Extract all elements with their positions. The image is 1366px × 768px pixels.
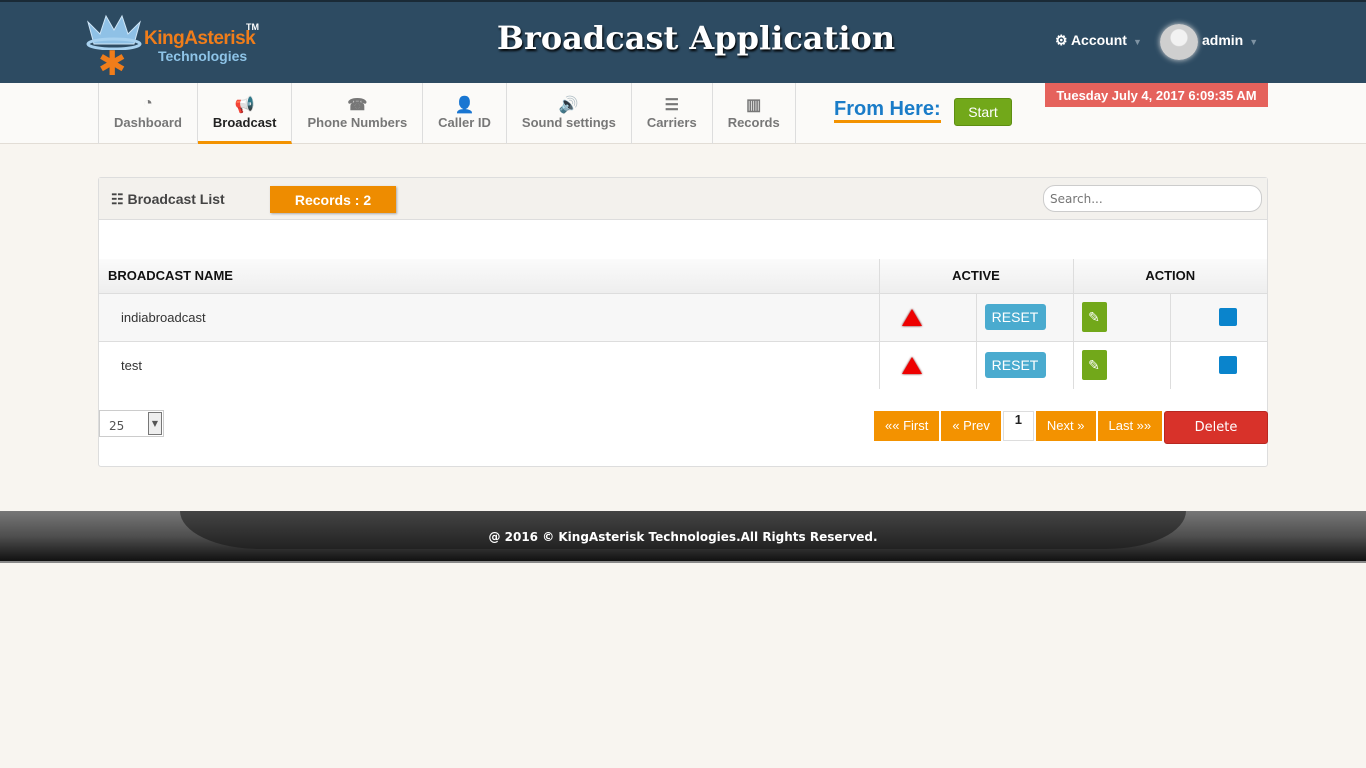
page-size-value: 25 xyxy=(109,419,125,433)
bar-chart-icon: ▥ xyxy=(746,97,762,114)
table-row: test RESET ✎ xyxy=(99,341,1267,389)
avatar[interactable] xyxy=(1160,24,1198,60)
account-label: Account xyxy=(1070,32,1127,48)
user-icon: 👤 xyxy=(454,97,475,114)
search-input[interactable] xyxy=(1043,185,1262,212)
tab-label: Sound settings xyxy=(521,115,616,130)
tab-phone-numbers[interactable]: ☎ Phone Numbers xyxy=(292,83,424,144)
edit-pencil-icon[interactable]: ✎ xyxy=(1081,350,1107,381)
caret-down-icon: ▼ xyxy=(1132,37,1142,47)
delete-selected-button[interactable]: Delete Selected xyxy=(1164,411,1268,466)
tab-label: Broadcast xyxy=(212,115,277,130)
warning-triangle-icon xyxy=(901,308,922,326)
footer-text: @ 2016 © KingAsterisk Technologies.All R… xyxy=(488,530,878,544)
reset-button[interactable]: RESET xyxy=(984,352,1046,379)
header: ✱ KingAsterisk TM Technologies Broadcast… xyxy=(0,0,1366,83)
tab-label: Carriers xyxy=(646,115,697,130)
broadcast-list-panel: ☷ Broadcast List Records : 2 BROADCAST N… xyxy=(98,177,1268,467)
broadcast-name: test xyxy=(99,341,880,389)
chevron-down-icon: ▼ xyxy=(148,412,162,435)
current-page[interactable]: 1 xyxy=(1002,411,1034,441)
broadcast-table: BROADCAST NAME ACTIVE ACTION indiabroadc… xyxy=(99,259,1267,389)
tab-sound-settings[interactable]: 🔊 Sound settings xyxy=(507,83,632,144)
user-menu[interactable]: admin ▼ xyxy=(1202,32,1258,48)
edit-pencil-icon[interactable]: ✎ xyxy=(1081,302,1107,332)
account-menu[interactable]: ⚙ Account ▼ xyxy=(1055,32,1142,49)
reset-button[interactable]: RESET xyxy=(984,304,1046,330)
tab-label: Caller ID xyxy=(438,115,491,130)
list-icon: ☰ xyxy=(664,97,679,114)
table-row: indiabroadcast RESET ✎ xyxy=(99,293,1267,342)
page-size-select[interactable]: 25 ▼ xyxy=(99,410,164,437)
user-label: admin xyxy=(1202,32,1244,48)
broadcast-name: indiabroadcast xyxy=(99,293,880,342)
tab-dashboard[interactable]: ◔ Dashboard xyxy=(99,83,198,144)
from-here-label: From Here: xyxy=(834,98,941,123)
panel-title-text: Broadcast List xyxy=(127,191,225,207)
action-cell: ✎ xyxy=(1073,293,1267,342)
warning-triangle-icon xyxy=(901,356,922,374)
row-checkbox[interactable] xyxy=(1218,356,1237,375)
volume-icon: 🔊 xyxy=(558,97,579,114)
column-header-active: ACTIVE xyxy=(879,259,1074,294)
row-checkbox[interactable] xyxy=(1218,308,1237,326)
active-cell: RESET xyxy=(879,341,1074,389)
tab-caller-id[interactable]: 👤 Caller ID xyxy=(423,83,507,144)
tab-label: Records xyxy=(727,115,780,130)
list-icon: ☷ xyxy=(111,191,124,207)
records-badge: Records : 2 xyxy=(270,186,396,213)
start-button[interactable]: Start xyxy=(954,98,1012,126)
column-header-action: ACTION xyxy=(1073,259,1267,294)
megaphone-icon: 📢 xyxy=(234,97,255,114)
last-page-button[interactable]: Last »» xyxy=(1097,411,1163,441)
panel-header: ☷ Broadcast List Records : 2 xyxy=(99,178,1267,220)
tab-broadcast[interactable]: 📢 Broadcast xyxy=(197,83,293,144)
footer: @ 2016 © KingAsterisk Technologies.All R… xyxy=(0,511,1366,563)
datetime-badge: Tuesday July 4, 2017 6:09:35 AM xyxy=(1045,83,1268,107)
tab-records[interactable]: ▥ Records xyxy=(713,83,796,144)
panel-title: ☷ Broadcast List xyxy=(111,191,225,208)
nav-tabs: ◔ Dashboard 📢 Broadcast ☎ Phone Numbers 👤 Calle… xyxy=(98,83,796,144)
first-page-button[interactable]: «« First xyxy=(874,411,940,441)
tab-label: Phone Numbers xyxy=(307,115,408,130)
tab-label: Dashboard xyxy=(114,115,182,130)
prev-page-button[interactable]: « Prev xyxy=(941,411,1001,441)
active-cell: RESET xyxy=(879,293,1074,342)
gear-icon: ⚙ xyxy=(1055,32,1068,48)
dashboard-icon: ◔ xyxy=(143,95,153,112)
caret-down-icon: ▼ xyxy=(1249,37,1259,47)
action-cell: ✎ xyxy=(1073,341,1267,389)
next-page-button[interactable]: Next » xyxy=(1035,411,1096,441)
column-header-name: BROADCAST NAME xyxy=(99,259,880,294)
phone-icon: ☎ xyxy=(347,97,368,114)
tab-carriers[interactable]: ☰ Carriers xyxy=(632,83,713,144)
pagination: «« First « Prev 1 Next » Last »» xyxy=(874,411,1163,441)
